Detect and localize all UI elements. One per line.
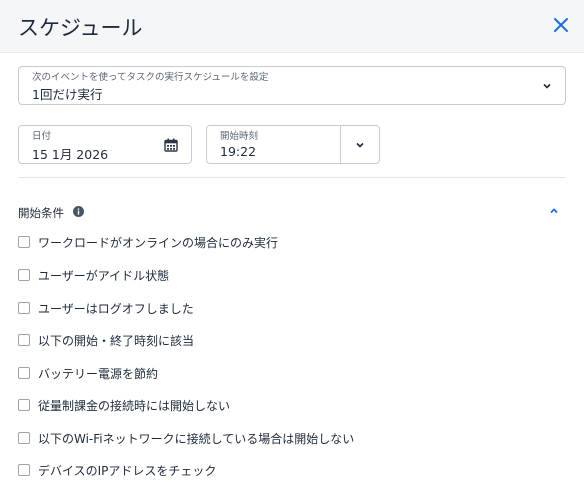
condition-label: 以下の開始・終了時刻に該当: [38, 333, 195, 348]
start-time-field[interactable]: 開始時刻 19:22: [206, 125, 380, 164]
start-time-value: 19:22: [220, 144, 257, 159]
checkbox[interactable]: [18, 367, 30, 379]
date-field[interactable]: 日付 15 1月 2026: [18, 125, 192, 164]
close-icon[interactable]: [552, 16, 570, 34]
schedule-trigger-select[interactable]: 次のイベントを使ってタスクの実行スケジュールを設定 1回だけ実行: [18, 66, 566, 105]
condition-label: ユーザーはログオフしました: [38, 301, 194, 316]
condition-metered-connection[interactable]: 従量制課金の接続時には開始しない: [18, 396, 230, 414]
date-label: 日付: [32, 131, 52, 142]
chevron-up-icon[interactable]: [548, 206, 560, 216]
calendar-icon[interactable]: [164, 138, 178, 152]
checkbox[interactable]: [18, 399, 30, 411]
checkbox[interactable]: [18, 334, 30, 346]
condition-workload-online[interactable]: ワークロードがオンラインの場合にのみ実行: [18, 233, 278, 251]
date-value: 15 1月 2026: [32, 147, 109, 162]
time-dropdown-divider: [340, 126, 341, 163]
start-conditions-title: 開始条件: [18, 206, 64, 220]
schedule-trigger-value: 1回だけ実行: [32, 87, 103, 102]
checkbox[interactable]: [18, 269, 30, 281]
condition-label: 以下のWi-Fiネットワークに接続している場合は開始しない: [38, 431, 355, 446]
condition-label: ユーザーがアイドル状態: [38, 268, 170, 283]
section-divider: [18, 177, 566, 178]
checkbox[interactable]: [18, 432, 30, 444]
condition-user-logged-off[interactable]: ユーザーはログオフしました: [18, 299, 194, 317]
condition-label: ワークロードがオンラインの場合にのみ実行: [38, 235, 279, 250]
schedule-trigger-label: 次のイベントを使ってタスクの実行スケジュールを設定: [32, 72, 269, 83]
checkbox[interactable]: [18, 302, 30, 314]
condition-battery-saver[interactable]: バッテリー電源を節約: [18, 364, 158, 382]
chevron-down-icon[interactable]: [355, 140, 365, 150]
dialog-title: スケジュール: [18, 16, 143, 40]
condition-time-window[interactable]: 以下の開始・終了時刻に該当: [18, 331, 194, 349]
start-time-label: 開始時刻: [220, 131, 259, 142]
condition-label: バッテリー電源を節約: [38, 366, 159, 381]
checkbox[interactable]: [18, 236, 30, 248]
checkbox[interactable]: [18, 464, 30, 476]
condition-ip-address[interactable]: デバイスのIPアドレスをチェック: [18, 461, 216, 479]
chevron-down-icon: [543, 83, 551, 89]
info-icon[interactable]: [73, 206, 84, 217]
condition-label: 従量制課金の接続時には開始しない: [38, 398, 231, 413]
condition-wifi-network[interactable]: 以下のWi-Fiネットワークに接続している場合は開始しない: [18, 429, 354, 447]
condition-label: デバイスのIPアドレスをチェック: [38, 463, 217, 478]
dialog-header: スケジュール: [0, 0, 584, 53]
condition-user-idle[interactable]: ユーザーがアイドル状態: [18, 266, 169, 284]
